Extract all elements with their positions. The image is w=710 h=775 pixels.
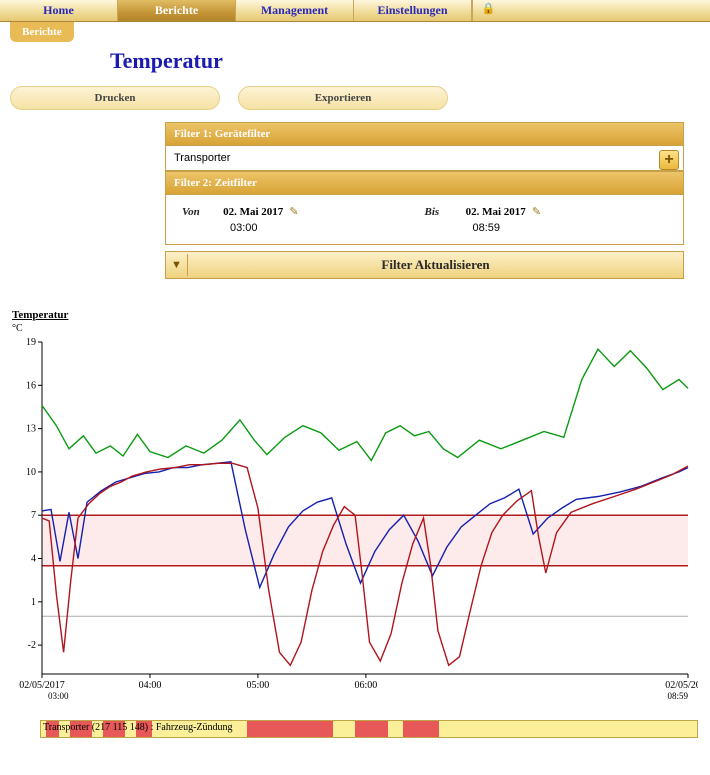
top-nav: Home Berichte Management Einstellungen 🔒	[0, 0, 710, 22]
refresh-bar: ▼ Filter Aktualisieren	[165, 251, 684, 279]
svg-text:4: 4	[31, 554, 36, 565]
filter2-header: Filter 2: Zeitfilter	[165, 171, 684, 195]
add-device-button[interactable]: +	[659, 150, 679, 170]
svg-text:1: 1	[31, 597, 36, 608]
pencil-icon[interactable]: ✎	[289, 206, 298, 218]
subtab-reports[interactable]: Berichte	[10, 22, 74, 42]
ignition-on-segment	[355, 721, 388, 737]
svg-text:7: 7	[31, 510, 36, 521]
from-date[interactable]: 02. Mai 2017	[223, 206, 283, 218]
from-time[interactable]: 03:00	[230, 222, 425, 234]
temperature-chart: -21471013161902/05/201703:0004:0005:0006…	[12, 334, 698, 714]
export-button[interactable]: Exportieren	[238, 86, 448, 110]
nav-management[interactable]: Management	[236, 0, 354, 21]
from-col: Von 02. Mai 2017 ✎ 03:00	[182, 205, 425, 234]
svg-text:02/05/2017: 02/05/2017	[19, 680, 65, 691]
svg-text:08:59: 08:59	[667, 691, 688, 701]
date-row: Von 02. Mai 2017 ✎ 03:00 Bis 02. Mai 201…	[174, 201, 675, 238]
ignition-bar: Transporter (217 115 148) : Fahrzeug-Zün…	[40, 720, 698, 738]
nav-home[interactable]: Home	[0, 0, 118, 21]
svg-text:19: 19	[26, 337, 36, 348]
action-row: Drucken Exportieren	[0, 86, 710, 122]
svg-text:02/05/2017: 02/05/2017	[665, 680, 698, 691]
to-col: Bis 02. Mai 2017 ✎ 08:59	[425, 205, 668, 234]
chart-unit: °C	[12, 323, 698, 334]
filter1-body: Transporter +	[165, 146, 684, 171]
filter1-value: Transporter	[174, 152, 230, 164]
lock-icon[interactable]: 🔒	[472, 0, 504, 21]
filter-panel: Filter 1: Gerätefilter Transporter + Fil…	[165, 122, 684, 279]
filter1-header: Filter 1: Gerätefilter	[165, 122, 684, 146]
nav-settings[interactable]: Einstellungen	[354, 0, 472, 21]
ignition-bar-wrap: Transporter (217 115 148) : Fahrzeug-Zün…	[40, 720, 698, 738]
filter2-body: Von 02. Mai 2017 ✎ 03:00 Bis 02. Mai 201…	[165, 195, 684, 245]
chevron-down-icon[interactable]: ▼	[166, 254, 188, 276]
chart-wrap: Temperatur °C -21471013161902/05/201703:…	[12, 309, 698, 714]
to-date[interactable]: 02. Mai 2017	[466, 206, 526, 218]
ignition-on-segment	[403, 721, 440, 737]
pencil-icon[interactable]: ✎	[532, 206, 541, 218]
svg-text:03:00: 03:00	[48, 691, 69, 701]
ignition-label: Transporter (217 115 148) : Fahrzeug-Zün…	[43, 722, 233, 733]
svg-text:-2: -2	[28, 640, 36, 651]
svg-text:13: 13	[26, 424, 36, 435]
chart-title: Temperatur	[12, 309, 698, 321]
print-button[interactable]: Drucken	[10, 86, 220, 110]
to-time[interactable]: 08:59	[473, 222, 668, 234]
nav-spacer	[504, 0, 710, 21]
page-title: Temperatur	[110, 48, 710, 74]
nav-reports[interactable]: Berichte	[118, 0, 236, 21]
svg-text:06:00: 06:00	[355, 680, 378, 691]
svg-text:05:00: 05:00	[247, 680, 270, 691]
from-label: Von	[182, 206, 220, 218]
ignition-on-segment	[247, 721, 333, 737]
svg-text:16: 16	[26, 380, 36, 391]
refresh-button[interactable]: Filter Aktualisieren	[188, 252, 683, 278]
svg-text:10: 10	[26, 467, 36, 478]
svg-text:04:00: 04:00	[139, 680, 162, 691]
to-label: Bis	[425, 206, 463, 218]
